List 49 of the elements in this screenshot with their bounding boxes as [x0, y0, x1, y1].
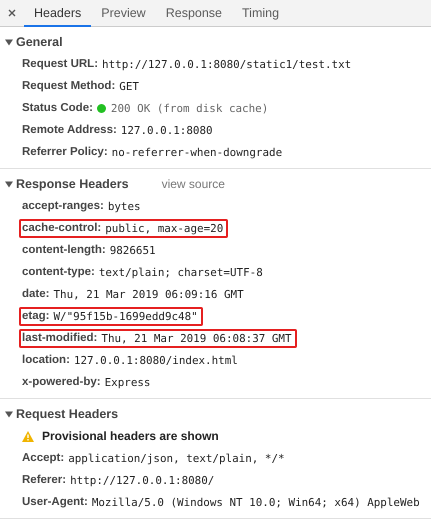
- header-value: no-referrer-when-downgrade: [112, 146, 282, 158]
- tab[interactable]: Response: [156, 0, 232, 27]
- tab[interactable]: Preview: [91, 0, 156, 27]
- status-dot-icon: [96, 104, 106, 112]
- header-name: cache-control:: [22, 222, 102, 234]
- warning-message: Provisional headers are shown: [42, 429, 219, 443]
- header-value: Thu, 21 Mar 2019 06:09:16 GMT: [53, 288, 244, 300]
- header-value: text/plain; charset=UTF-8: [98, 266, 263, 278]
- header-value: 9826651: [110, 244, 156, 256]
- header-value: 200 OK (from disk cache): [110, 102, 268, 114]
- header-value: 127.0.0.1:8080/index.html: [74, 354, 238, 366]
- header-value: http://127.0.0.1:8080/static1/test.txt: [102, 58, 352, 70]
- header-name: etag:: [22, 310, 50, 322]
- header-name: Accept:: [22, 452, 64, 464]
- header-name: Status Code:: [22, 102, 93, 114]
- warning-icon: [22, 430, 34, 442]
- section-title[interactable]: General: [16, 35, 63, 49]
- section-title[interactable]: Response Headers: [16, 177, 129, 191]
- header-name: content-type:: [22, 266, 95, 278]
- expanded-triangle-icon[interactable]: [5, 38, 13, 46]
- close-icon[interactable]: [8, 9, 16, 17]
- header-value: W/"95f15b-1699edd9c48": [53, 310, 198, 322]
- header-name: Referrer Policy:: [22, 146, 108, 158]
- header-name: last-modified:: [22, 332, 98, 344]
- header-name: Request URL:: [22, 58, 98, 70]
- header-name: User-Agent:: [22, 496, 88, 508]
- header-value: bytes: [108, 200, 141, 212]
- header-name: accept-ranges:: [22, 200, 104, 212]
- header-name: Referer:: [22, 474, 66, 486]
- header-value: Thu, 21 Mar 2019 06:08:37 GMT: [101, 332, 292, 344]
- header-value: GET: [119, 80, 139, 92]
- section-title[interactable]: Request Headers: [16, 407, 118, 421]
- tab[interactable]: Headers: [24, 0, 92, 27]
- header-value: Mozilla/5.0 (Windows NT 10.0; Win64; x64) AppleWeb: [92, 496, 420, 508]
- header-name: date:: [22, 288, 50, 300]
- header-name: Request Method:: [22, 80, 116, 92]
- header-value: 127.0.0.1:8080: [120, 124, 213, 136]
- view-source-link[interactable]: view source: [162, 177, 225, 191]
- header-value: Express: [104, 376, 150, 388]
- tab[interactable]: Timing: [232, 0, 290, 27]
- header-value: public, max-age=20: [105, 222, 224, 234]
- header-name: location:: [22, 354, 70, 366]
- header-value: http://127.0.0.1:8080/: [70, 474, 214, 486]
- header-value: application/json, text/plain, */*: [68, 452, 285, 464]
- expanded-triangle-icon[interactable]: [5, 180, 13, 188]
- expanded-triangle-icon[interactable]: [5, 410, 13, 418]
- header-name: x-powered-by:: [22, 376, 101, 388]
- header-name: Remote Address:: [22, 124, 117, 136]
- header-name: content-length:: [22, 244, 106, 256]
